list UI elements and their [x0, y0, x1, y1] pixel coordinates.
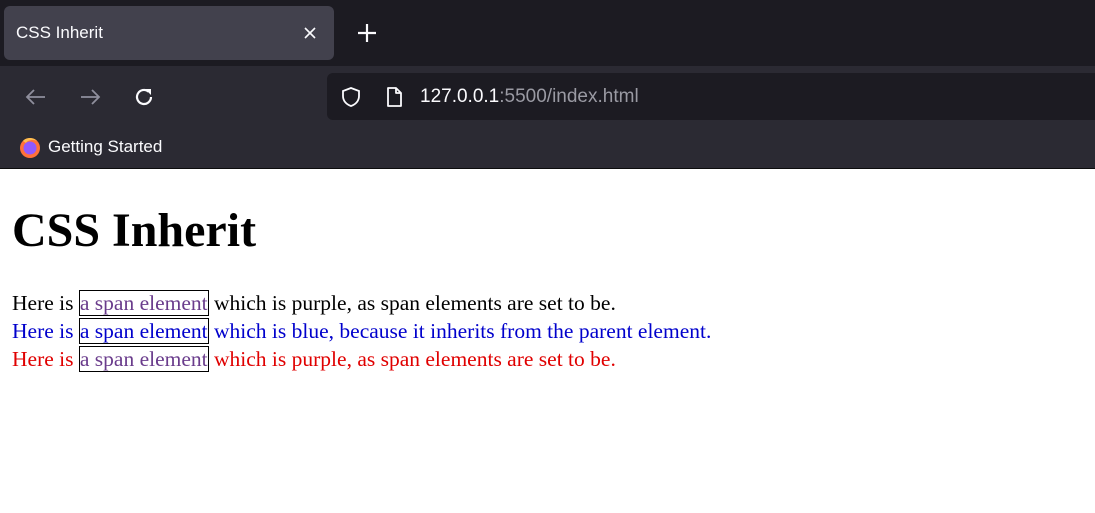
span-element-2: a span element — [78, 318, 209, 344]
page-content: CSS Inherit Here is a span element which… — [0, 169, 1095, 513]
back-arrow-icon[interactable] — [23, 84, 49, 110]
tab-title: CSS Inherit — [16, 23, 103, 42]
paragraph-3: Here is a span element which is purple, … — [12, 345, 616, 373]
bookmark-getting-started[interactable]: Getting Started — [48, 137, 162, 157]
page-heading: CSS Inherit — [12, 204, 257, 257]
paragraph-1: Here is a span element which is purple, … — [12, 289, 616, 317]
line-3-after: which is purple, as span elements are se… — [208, 347, 616, 371]
firefox-icon — [20, 138, 40, 158]
browser-tab[interactable]: CSS Inherit — [4, 6, 334, 60]
url-text[interactable]: 127.0.0.1:5500/index.html — [420, 85, 639, 109]
new-tab-icon[interactable] — [354, 20, 380, 46]
line-2-after: which is blue, because it inherits from … — [208, 319, 712, 343]
reload-icon[interactable] — [131, 84, 157, 110]
close-icon[interactable] — [300, 23, 320, 43]
shield-icon[interactable] — [339, 85, 363, 109]
paragraph-2: Here is a span element which is blue, be… — [12, 317, 711, 345]
line-3-before: Here is — [12, 347, 79, 371]
line-1-before: Here is — [12, 291, 79, 315]
url-path: :5500/index.html — [499, 86, 639, 107]
line-1-after: which is purple, as span elements are se… — [208, 291, 616, 315]
span-element-3: a span element — [78, 346, 209, 372]
line-2-before: Here is — [12, 319, 79, 343]
page-info-icon[interactable] — [382, 85, 406, 109]
url-host: 127.0.0.1 — [420, 86, 500, 107]
span-element-1: a span element — [78, 290, 209, 316]
bookmarks-toolbar — [0, 128, 1095, 169]
forward-arrow-icon[interactable] — [77, 84, 103, 110]
